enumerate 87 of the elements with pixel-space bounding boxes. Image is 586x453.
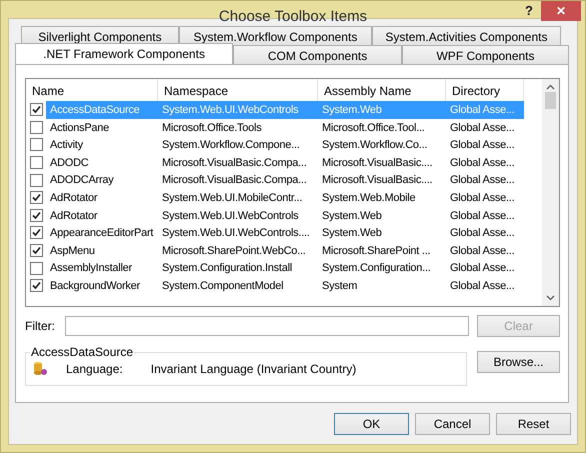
table-cell-text: Microsoft.SharePoint ... (321, 244, 432, 259)
tab[interactable]: COM Components (233, 45, 402, 64)
list-row[interactable]: ADODCArray Microsoft.VisualBasic.Compa... Microsoft.VisualBasic.... Global Asse... (46, 171, 524, 189)
scrollbar[interactable] (542, 79, 559, 306)
checkbox[interactable] (30, 103, 42, 116)
table-cell-text: System.Web.UI.WebControls (161, 208, 300, 224)
table-cell-text: System.Configuration.Install (161, 261, 293, 276)
dialog-button[interactable]: Cancel (415, 413, 490, 435)
table-cell-text: BackgroundWorker (49, 278, 141, 294)
table-cell-text: Global Asse... (449, 208, 516, 224)
checkbox[interactable] (30, 262, 42, 275)
checkbox[interactable] (30, 226, 42, 240)
table-cell-text: Microsoft.Office.Tools (161, 120, 262, 136)
list-row[interactable]: AppearanceEditorPart System.Web.UI.WebControls.... System.Web Global Asse... (46, 224, 524, 242)
tab[interactable]: WPF Components (402, 45, 569, 64)
scroll-thumb[interactable] (545, 92, 556, 109)
help-button[interactable]: ? (519, 3, 539, 18)
checkbox[interactable] (30, 138, 42, 152)
scroll-down-icon[interactable] (546, 295, 555, 301)
table-cell-text: Global Asse... (449, 173, 516, 188)
table-cell-text: Global Asse... (449, 138, 516, 154)
scroll-up-icon[interactable] (546, 84, 555, 90)
table-cell-text: AssemblyInstaller (49, 261, 133, 276)
list-row[interactable]: BackgroundWorker System.ComponentModel System Global Asse... (46, 276, 524, 295)
table-cell-text: Global Asse... (449, 103, 516, 118)
dialog-button[interactable]: OK (334, 413, 409, 435)
checkbox[interactable] (30, 208, 42, 222)
window-title: Choose Toolbox Items (218, 8, 368, 25)
checkbox[interactable] (30, 191, 42, 204)
table-cell-text: ADODCArray (49, 173, 115, 188)
table-cell-text: System.ComponentModel (161, 278, 284, 294)
language-value: Invariant Language (Invariant Country) (150, 362, 356, 376)
table-cell-text: Global Asse... (449, 226, 516, 242)
list-row[interactable]: ADODC Microsoft.VisualBasic.Compa... Microsoft.VisualBasic.... Global Asse... (46, 154, 524, 172)
list-row[interactable]: ActionsPane Microsoft.Office.Tools Microsoft.Office.Tool... Global Asse... (46, 118, 524, 136)
list-row[interactable]: AdRotator System.Web.UI.WebControls System.Web Global Asse... (46, 206, 524, 224)
browse-button[interactable]: Browse... (477, 351, 560, 373)
table-cell-text: Global Asse... (449, 190, 516, 206)
table-cell-text: System.Workflow.Co... (321, 138, 428, 154)
table-cell-text: Microsoft.VisualBasic.... (321, 156, 434, 171)
checkbox[interactable] (30, 244, 42, 258)
table-cell-text: AccessDataSource (49, 103, 141, 118)
table-cell-text: System (321, 278, 358, 294)
table-cell-text: Microsoft.VisualBasic.Compa... (161, 156, 308, 171)
table-cell-text: System.Web (321, 226, 383, 242)
table-cell-text: System.Web (321, 103, 383, 118)
table-cell-text: AspMenu (49, 244, 96, 259)
table-cell-text: Microsoft.VisualBasic.Compa... (161, 173, 308, 188)
close-button[interactable]: ✕ (541, 1, 581, 21)
table-cell-text: System.Web.UI.MobileContr... (161, 190, 304, 206)
list-row[interactable]: AdRotator System.Web.UI.MobileContr... System.Web.Mobile Global Asse... (46, 188, 524, 207)
table-cell-text: Activity (49, 138, 84, 154)
table-cell-text: Microsoft.VisualBasic.... (321, 173, 434, 188)
checkbox[interactable] (30, 279, 42, 292)
filter-label: Filter: (25, 319, 56, 333)
list-row[interactable]: Activity System.Workflow.Compone... System.Workflow.Co... Global Asse... (46, 136, 524, 154)
table-cell-text: System.Workflow.Compone... (161, 138, 301, 154)
filter-field[interactable] (65, 316, 469, 336)
table-cell-text: AdRotator (49, 208, 98, 224)
tab[interactable]: System.Workflow Components (178, 26, 372, 45)
table-cell-text: Global Asse... (449, 120, 516, 136)
table-cell-text: Global Asse... (449, 156, 516, 171)
table-cell-text: Microsoft.Office.Tool... (321, 120, 426, 136)
table-cell-text: ADODC (49, 156, 90, 171)
table-cell-text: AdRotator (49, 190, 98, 206)
table-cell-text: AppearanceEditorPart (49, 226, 154, 242)
table-cell-text: Global Asse... (449, 261, 516, 276)
checkbox[interactable] (30, 156, 42, 170)
tab[interactable]: System.Activities Components (372, 26, 561, 45)
component-icon (32, 361, 48, 377)
checkbox[interactable] (30, 120, 42, 134)
table-cell-text: System.Web (321, 208, 383, 224)
dialog-button[interactable]: Reset (496, 413, 571, 435)
checkbox[interactable] (30, 174, 42, 187)
table-cell-text: System.Web.UI.WebControls.... (161, 226, 311, 242)
list-row[interactable]: AspMenu Microsoft.SharePoint.WebCo... Microsoft.SharePoint ... Global Asse... (46, 242, 524, 260)
table-cell-text: Global Asse... (449, 278, 516, 294)
table-cell-text: ActionsPane (49, 120, 110, 136)
table-cell-text: System.Web.UI.WebControls (161, 103, 300, 118)
table-cell-text: System.Web.Mobile (321, 190, 416, 206)
tab[interactable]: .NET Framework Components (15, 43, 234, 64)
group-title: AccessDataSource (30, 345, 134, 359)
table-cell-text: Microsoft.SharePoint.WebCo... (161, 244, 307, 259)
language-label: Language: (66, 362, 123, 376)
table-cell-text: Global Asse... (449, 244, 516, 259)
table-cell-text: System.Configuration... (321, 261, 432, 276)
list-row[interactable]: AssemblyInstaller System.Configuration.Install System.Configuration... Global Asse... (46, 259, 524, 277)
